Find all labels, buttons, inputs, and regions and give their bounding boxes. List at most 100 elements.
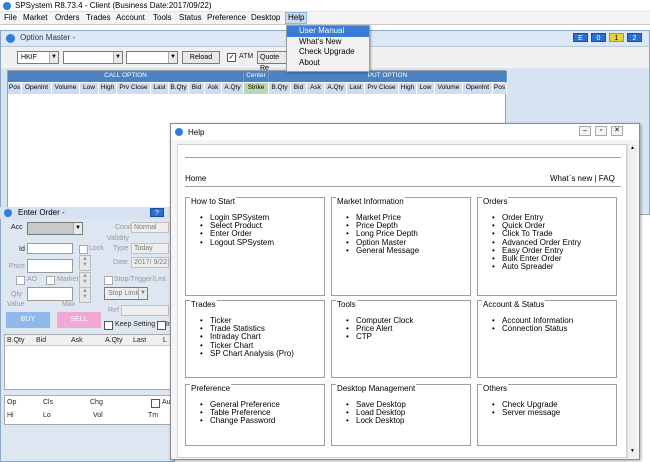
depth-col-ask[interactable]: Ask bbox=[71, 337, 83, 344]
help-link[interactable]: Logout SPSystem bbox=[196, 238, 274, 247]
window-button-e[interactable]: E bbox=[573, 33, 588, 42]
help-link[interactable]: SP Chart Analysis (Pro) bbox=[196, 349, 294, 358]
help-link[interactable]: General Message bbox=[342, 246, 419, 255]
help-link[interactable]: Server message bbox=[488, 408, 560, 417]
stop-limit-combo[interactable]: Stop Limit ▼ bbox=[104, 287, 148, 300]
lock-checkbox[interactable] bbox=[79, 245, 88, 254]
expiry-combo[interactable]: ▼ bbox=[126, 51, 178, 64]
section-title: Tools bbox=[336, 300, 357, 309]
col-last[interactable]: Last bbox=[151, 83, 169, 94]
col-put-bid[interactable]: Bid bbox=[291, 83, 307, 94]
depth-col-aqty[interactable]: A.Qty bbox=[105, 337, 123, 344]
faq-link[interactable]: FAQ bbox=[599, 174, 615, 183]
col-ask[interactable]: Ask bbox=[205, 83, 222, 94]
col-put-bqty[interactable]: B.Qty bbox=[269, 83, 291, 94]
menu-status[interactable]: Status bbox=[177, 13, 204, 22]
col-low[interactable]: Low bbox=[80, 83, 99, 94]
col-bqty[interactable]: B.Qty bbox=[169, 83, 189, 94]
stop-checkbox[interactable] bbox=[104, 276, 113, 285]
window-button-2[interactable]: 2 bbox=[627, 33, 642, 42]
col-put-last[interactable]: Last bbox=[347, 83, 365, 94]
menu-item-whats-new[interactable]: What's New bbox=[287, 37, 369, 48]
chevron-down-icon[interactable]: ▼ bbox=[73, 223, 82, 234]
acc-combo[interactable]: ▼ bbox=[27, 222, 83, 235]
enter-order-help-button[interactable]: ? bbox=[150, 208, 164, 217]
ref-field[interactable] bbox=[121, 305, 169, 316]
col-put-prv-close[interactable]: Prv Close bbox=[365, 83, 399, 94]
help-link[interactable]: Connection Status bbox=[488, 324, 573, 333]
help-link[interactable]: Auto Spreader bbox=[488, 263, 581, 272]
menu-item-about[interactable]: About bbox=[287, 58, 369, 69]
date-field[interactable]: 2017/ 9/22 bbox=[131, 257, 169, 268]
help-link[interactable]: Change Password bbox=[196, 417, 280, 426]
col-bid[interactable]: Bid bbox=[189, 83, 205, 94]
market-checkbox[interactable] bbox=[46, 276, 55, 285]
col-put-pos[interactable]: Pos bbox=[493, 83, 507, 94]
help-scrollbar[interactable]: ▲ ▼ bbox=[627, 144, 637, 458]
menu-desktop[interactable]: Desktop bbox=[249, 13, 282, 22]
price-field[interactable] bbox=[27, 259, 73, 273]
col-put-volume[interactable]: Volume bbox=[435, 83, 463, 94]
depth-col-bid[interactable]: Bid bbox=[36, 337, 46, 344]
whats-new-link[interactable]: What`s new bbox=[550, 174, 592, 183]
reload-button[interactable]: Reload bbox=[182, 51, 220, 64]
depth-col-bqty[interactable]: B.Qty bbox=[7, 337, 25, 344]
keep-setting-checkbox[interactable] bbox=[104, 321, 113, 330]
menu-tools[interactable]: Tools bbox=[151, 13, 174, 22]
menu-help[interactable]: Help bbox=[285, 12, 308, 24]
menu-preference[interactable]: Preference bbox=[205, 13, 248, 22]
menu-market[interactable]: Market bbox=[21, 13, 49, 22]
col-volume[interactable]: Volume bbox=[52, 83, 80, 94]
col-put-high[interactable]: High bbox=[399, 83, 417, 94]
menu-file[interactable]: File bbox=[2, 13, 19, 22]
id-field[interactable] bbox=[27, 243, 73, 254]
menu-trades[interactable]: Trades bbox=[84, 13, 113, 22]
col-put-aqty[interactable]: A.Qty bbox=[325, 83, 347, 94]
product-combo[interactable]: HKIF ▼ bbox=[17, 51, 59, 64]
chevron-down-icon[interactable]: ▼ bbox=[168, 52, 177, 63]
ao-checkbox[interactable] bbox=[16, 276, 25, 285]
qty-stepper[interactable]: ▲ ▼ bbox=[79, 287, 91, 303]
chevron-down-icon[interactable]: ▼ bbox=[49, 52, 58, 63]
col-prv-close[interactable]: Prv Close bbox=[117, 83, 151, 94]
buy-button[interactable]: BUY bbox=[6, 312, 50, 328]
ins-checkbox[interactable] bbox=[157, 321, 166, 330]
minimize-icon[interactable]: – bbox=[579, 126, 591, 136]
chevron-down-icon[interactable]: ▼ bbox=[138, 288, 147, 299]
col-openint[interactable]: OpenInt bbox=[22, 83, 52, 94]
auto-checkbox[interactable] bbox=[151, 399, 160, 408]
col-aqty[interactable]: A.Qty bbox=[222, 83, 244, 94]
series-combo[interactable]: ▼ bbox=[63, 51, 123, 64]
help-link[interactable]: Lock Desktop bbox=[342, 417, 406, 426]
menu-item-user-manual[interactable]: User Manual bbox=[287, 26, 369, 37]
chevron-down-icon[interactable]: ▼ bbox=[113, 52, 122, 63]
col-put-low[interactable]: Low bbox=[417, 83, 435, 94]
maximize-icon[interactable]: ▫ bbox=[595, 126, 607, 136]
depth-col-last[interactable]: Last bbox=[133, 337, 146, 344]
col-pos[interactable]: Pos bbox=[8, 83, 22, 94]
quote-request-button[interactable]: Quote Re bbox=[257, 51, 289, 72]
scroll-down-icon[interactable]: ▼ bbox=[629, 448, 636, 455]
depth-col-l[interactable]: L bbox=[163, 337, 167, 344]
home-link[interactable]: Home bbox=[185, 174, 206, 183]
type-field[interactable]: Today bbox=[131, 243, 169, 254]
price-stepper[interactable]: ▲ ▼ bbox=[79, 255, 91, 271]
cond-field[interactable]: Normal bbox=[131, 222, 169, 233]
help-link[interactable]: Price Alert bbox=[342, 324, 413, 333]
col-put-ask[interactable]: Ask bbox=[307, 83, 325, 94]
qty-field[interactable] bbox=[27, 287, 73, 301]
atm-checkbox[interactable]: ✓ bbox=[227, 53, 236, 62]
market-stepper[interactable]: ▲ ▼ bbox=[79, 272, 91, 288]
help-link[interactable]: CTP bbox=[342, 333, 413, 342]
close-icon[interactable]: ✕ bbox=[611, 126, 623, 136]
sell-button[interactable]: SELL bbox=[57, 312, 101, 328]
menu-orders[interactable]: Orders bbox=[53, 13, 81, 22]
col-high[interactable]: High bbox=[99, 83, 117, 94]
col-strike[interactable]: Strike bbox=[244, 83, 269, 94]
scroll-up-icon[interactable]: ▲ bbox=[629, 145, 636, 152]
menu-account[interactable]: Account bbox=[114, 13, 147, 22]
window-button-1[interactable]: 1 bbox=[609, 33, 624, 42]
window-button-0[interactable]: 0 bbox=[591, 33, 606, 42]
col-put-openint[interactable]: OpenInt bbox=[463, 83, 493, 94]
menu-item-check-upgrade[interactable]: Check Upgrade bbox=[287, 47, 369, 58]
